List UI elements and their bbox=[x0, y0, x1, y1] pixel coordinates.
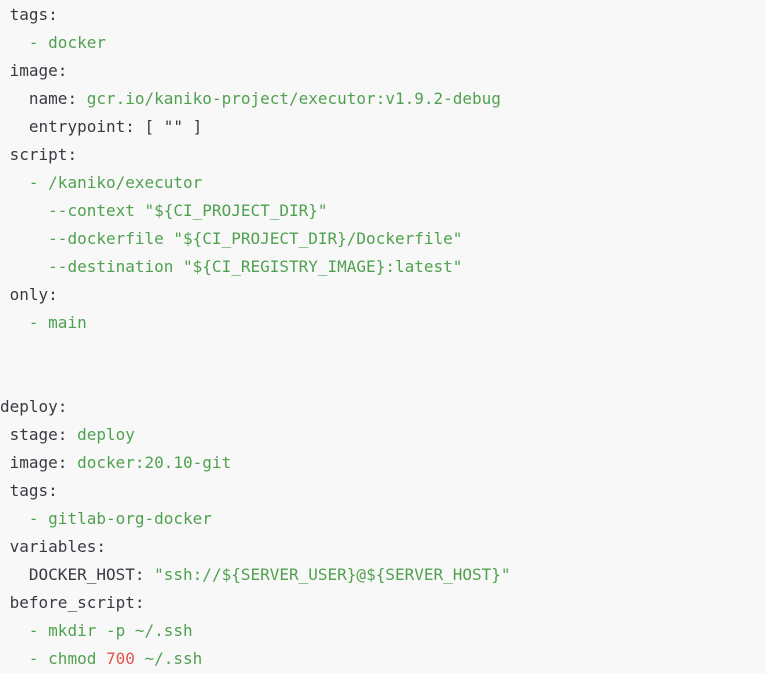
yaml-key-token: deploy: bbox=[0, 397, 68, 416]
code-line: - mkdir -p ~/.ssh bbox=[0, 617, 766, 645]
code-line: image: bbox=[0, 57, 766, 85]
code-line: image: docker:20.10-git bbox=[0, 449, 766, 477]
code-line: tags: bbox=[0, 1, 766, 29]
yaml-value-token: - gitlab-org-docker bbox=[28, 509, 212, 528]
yaml-value-token: - chmod bbox=[28, 649, 106, 668]
yaml-number-token: 700 bbox=[105, 649, 135, 668]
code-line: entrypoint: [ "" ] bbox=[0, 113, 766, 141]
code-line: stage: deploy bbox=[0, 421, 766, 449]
yaml-key-token: tags: bbox=[9, 5, 58, 24]
yaml-code-block: tags: - docker image: name: gcr.io/kanik… bbox=[0, 0, 766, 672]
code-line: - chmod 700 ~/.ssh bbox=[0, 645, 766, 673]
yaml-key-token: before_script: bbox=[9, 593, 145, 612]
code-line: only: bbox=[0, 281, 766, 309]
yaml-key-token: DOCKER_HOST: bbox=[28, 565, 155, 584]
yaml-value-token: --context "${CI_PROJECT_DIR}" bbox=[48, 201, 328, 220]
yaml-value-token: --destination "${CI_REGISTRY_IMAGE}:late… bbox=[48, 257, 463, 276]
yaml-key-token: only: bbox=[9, 285, 58, 304]
yaml-value-token: docker:20.10-git bbox=[77, 453, 232, 472]
yaml-key-token: entrypoint: [ "" ] bbox=[28, 117, 203, 136]
yaml-value-token: --dockerfile "${CI_PROJECT_DIR}/Dockerfi… bbox=[48, 229, 463, 248]
yaml-key-token: variables: bbox=[9, 537, 106, 556]
code-line: name: gcr.io/kaniko-project/executor:v1.… bbox=[0, 85, 766, 113]
code-line: tags: bbox=[0, 477, 766, 505]
code-line: - main bbox=[0, 309, 766, 337]
code-line: --context "${CI_PROJECT_DIR}" bbox=[0, 197, 766, 225]
code-line: variables: bbox=[0, 533, 766, 561]
code-line: script: bbox=[0, 141, 766, 169]
yaml-value-token: - docker bbox=[28, 33, 106, 52]
yaml-key-token: stage: bbox=[9, 425, 78, 444]
yaml-value-token: ~/.ssh bbox=[134, 649, 203, 668]
yaml-key-token: tags: bbox=[9, 481, 58, 500]
code-line: --dockerfile "${CI_PROJECT_DIR}/Dockerfi… bbox=[0, 225, 766, 253]
yaml-value-token: - mkdir -p ~/.ssh bbox=[28, 621, 193, 640]
yaml-value-token: deploy bbox=[77, 425, 135, 444]
yaml-key-token: script: bbox=[9, 145, 78, 164]
code-line: --destination "${CI_REGISTRY_IMAGE}:late… bbox=[0, 253, 766, 281]
yaml-key-token: image: bbox=[9, 453, 78, 472]
yaml-value-token: - main bbox=[28, 313, 87, 332]
yaml-value-token: - /kaniko/executor bbox=[28, 173, 203, 192]
yaml-key-token: name: bbox=[28, 89, 87, 108]
yaml-key-token: image: bbox=[9, 61, 68, 80]
yaml-value-token: gcr.io/kaniko-project/executor:v1.9.2-de… bbox=[86, 89, 501, 108]
code-line: - /kaniko/executor bbox=[0, 169, 766, 197]
code-line: deploy: bbox=[0, 393, 766, 421]
yaml-value-token: "ssh://${SERVER_USER}@${SERVER_HOST}" bbox=[154, 565, 511, 584]
code-line: DOCKER_HOST: "ssh://${SERVER_USER}@${SER… bbox=[0, 561, 766, 589]
code-line: - gitlab-org-docker bbox=[0, 505, 766, 533]
code-line: before_script: bbox=[0, 589, 766, 617]
code-line: - docker bbox=[0, 29, 766, 57]
